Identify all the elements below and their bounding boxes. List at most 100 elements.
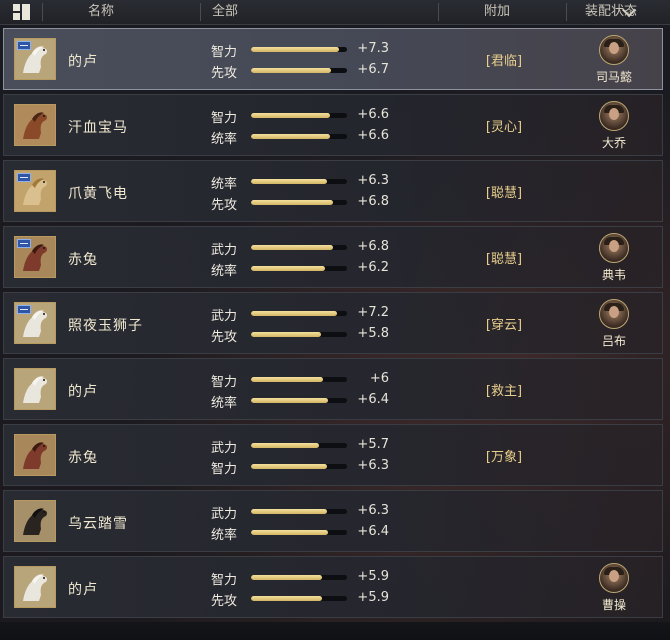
equipped-hero[interactable]: 大乔	[594, 101, 636, 151]
column-status-header: 装配状态	[585, 4, 638, 19]
stat-line: 智力 +6	[211, 370, 389, 390]
bonus-skill: [穿云]	[485, 318, 523, 333]
mount-name: 赤兔	[68, 450, 98, 466]
hero-avatar	[599, 101, 629, 131]
stat-bar-fill	[251, 179, 327, 184]
stat-line: 先攻 +6.8	[211, 193, 389, 213]
mount-row[interactable]: 爪黄飞电 统率 +6.3 先攻 +6.8 [聪慧]	[3, 160, 663, 222]
stat-bar-fill	[251, 575, 322, 580]
bonus-skill: [万象]	[485, 450, 523, 465]
stat-line: 统率 +6.2	[211, 259, 389, 279]
stat-line: 统率 +6.6	[211, 127, 389, 147]
stat-label: 智力	[211, 462, 238, 477]
stat-bar-fill	[251, 332, 321, 337]
mount-name: 的卢	[68, 54, 98, 70]
stat-label: 智力	[211, 375, 238, 390]
mount-row[interactable]: 乌云踏雪 武力 +6.3 统率 +6.4	[3, 490, 663, 552]
equipped-hero[interactable]: 典韦	[594, 233, 636, 283]
stat-line: 先攻 +5.9	[211, 589, 389, 609]
horse-portrait	[14, 236, 56, 278]
horse-portrait	[14, 566, 56, 608]
stat-label: 先攻	[211, 594, 238, 609]
stat-label: 武力	[211, 243, 238, 258]
stat-line: 先攻 +5.8	[211, 325, 389, 345]
cross-server-badge	[17, 305, 31, 314]
bonus-skill: [救主]	[485, 384, 523, 399]
stat-value: +6.2	[357, 260, 389, 275]
mount-row[interactable]: 赤兔 武力 +6.8 统率 +6.2 [聪慧] 典韦	[3, 226, 663, 288]
mount-row[interactable]: 的卢 智力 +5.9 先攻 +5.9 曹操	[3, 556, 663, 618]
stat-bar-fill	[251, 200, 333, 205]
stat-value: +6.3	[357, 173, 389, 188]
equipped-hero[interactable]: 司马懿	[594, 35, 636, 85]
mount-name: 乌云踏雪	[68, 516, 128, 532]
stat-line: 武力 +7.2	[211, 304, 389, 324]
column-name-header[interactable]: 名称	[88, 0, 114, 24]
stat-bar-fill	[251, 464, 327, 469]
mount-name: 汗血宝马	[68, 120, 128, 136]
stat-value: +6.4	[357, 524, 389, 539]
stat-bar-fill	[251, 596, 322, 601]
stat-value: +5.9	[357, 569, 389, 584]
hero-name: 典韦	[601, 268, 626, 282]
mount-name: 的卢	[68, 582, 98, 598]
stat-value: +5.8	[357, 326, 389, 341]
horse-portrait	[14, 434, 56, 476]
stat-bar-fill	[251, 113, 331, 118]
stat-label: 智力	[211, 45, 238, 60]
stat-bar-fill	[251, 530, 328, 535]
mount-row[interactable]: 赤兔 武力 +5.7 智力 +6.3 [万象]	[3, 424, 663, 486]
stat-value: +6.6	[357, 128, 389, 143]
hero-name: 曹操	[601, 598, 626, 612]
cross-server-badge	[17, 41, 31, 50]
horse-portrait	[14, 500, 56, 542]
filter-dropdown[interactable]: 全部	[212, 0, 637, 24]
stat-value: +6	[369, 371, 389, 386]
stat-value: +6.4	[357, 392, 389, 407]
stat-value: +6.7	[357, 62, 389, 77]
horse-portrait	[14, 368, 56, 410]
hero-name: 司马懿	[595, 70, 632, 84]
mount-row[interactable]: 汗血宝马 智力 +6.6 统率 +6.6 [灵心] 大乔	[3, 94, 663, 156]
stat-value: +6.6	[357, 107, 389, 122]
mount-name: 照夜玉狮子	[68, 318, 143, 334]
hero-avatar	[599, 563, 629, 593]
stat-value: +6.8	[357, 194, 389, 209]
list-header: 名称 全部 附加 装配状态	[0, 0, 670, 25]
stat-bar-fill	[251, 509, 327, 514]
horse-portrait	[14, 38, 56, 80]
stat-bar-fill	[251, 266, 326, 271]
stat-value: +6.3	[357, 458, 389, 473]
mount-name: 赤兔	[68, 252, 98, 268]
mount-name: 的卢	[68, 384, 98, 400]
stat-value: +6.3	[357, 503, 389, 518]
equipped-hero[interactable]: 吕布	[594, 299, 636, 349]
stat-label: 武力	[211, 507, 238, 522]
stat-value: +5.9	[357, 590, 389, 605]
mount-row[interactable]: 照夜玉狮子 武力 +7.2 先攻 +5.8 [穿云] 吕布	[3, 292, 663, 354]
stat-line: 统率 +6.3	[211, 172, 389, 192]
stat-bar-fill	[251, 443, 320, 448]
stat-value: +7.2	[357, 305, 389, 320]
stat-label: 智力	[211, 111, 238, 126]
stat-line: 统率 +6.4	[211, 523, 389, 543]
stat-line: 智力 +6.3	[211, 457, 389, 477]
mount-row[interactable]: 的卢 智力 +7.3 先攻 +6.7 [君临] 司马懿	[3, 28, 663, 90]
stat-bar-fill	[251, 398, 328, 403]
stat-value: +6.8	[357, 239, 389, 254]
stat-bar-fill	[251, 68, 332, 73]
stat-line: 先攻 +6.7	[211, 61, 389, 81]
mount-row[interactable]: 的卢 智力 +6 统率 +6.4 [救主]	[3, 358, 663, 420]
stat-value: +7.3	[357, 41, 389, 56]
stat-bar-fill	[251, 311, 338, 316]
stat-value: +5.7	[357, 437, 389, 452]
stat-label: 先攻	[211, 66, 238, 81]
horse-portrait	[14, 170, 56, 212]
stat-label: 统率	[211, 528, 238, 543]
stat-line: 武力 +6.8	[211, 238, 389, 258]
stat-line: 智力 +6.6	[211, 106, 389, 126]
view-toggle-icon[interactable]	[13, 4, 30, 20]
hero-avatar	[599, 299, 629, 329]
bonus-skill: [聪慧]	[485, 252, 523, 267]
equipped-hero[interactable]: 曹操	[594, 563, 636, 613]
